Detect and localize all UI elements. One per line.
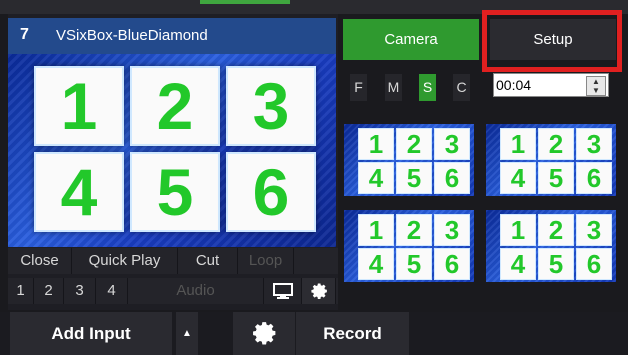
thumb-tile: 5	[396, 248, 432, 280]
setup-button[interactable]: Setup	[490, 19, 616, 60]
mode-f-button[interactable]: F	[350, 74, 367, 101]
thumb-tile: 4	[358, 162, 394, 194]
preview-tile: 2	[130, 66, 220, 146]
preview-tile: 1	[34, 66, 124, 146]
thumb-tile: 4	[500, 248, 536, 280]
thumb-tile: 2	[538, 214, 574, 246]
thumb-tile: 2	[538, 128, 574, 160]
loop-button[interactable]: Loop	[238, 248, 294, 274]
thumb-tile: 5	[396, 162, 432, 194]
caret-up-icon: ▲	[182, 328, 192, 339]
thumb-tile: 1	[358, 214, 394, 246]
gear-icon	[310, 283, 327, 299]
quick-play-button[interactable]: Quick Play	[72, 248, 178, 274]
slot-button-1[interactable]: 1	[8, 278, 34, 304]
preview-tile: 6	[226, 152, 316, 232]
time-value: 00:04	[496, 77, 532, 93]
mode-c-button[interactable]: C	[453, 74, 470, 101]
add-input-button[interactable]: Add Input	[10, 312, 172, 355]
record-button[interactable]: Record	[295, 312, 409, 355]
gear-icon	[253, 322, 276, 345]
thumb-tile: 2	[396, 214, 432, 246]
thumb-tile: 4	[500, 162, 536, 194]
thumb-tile: 4	[358, 248, 394, 280]
thumb-tile: 1	[500, 128, 536, 160]
input-settings-button[interactable]	[302, 278, 336, 304]
cut-button[interactable]: Cut	[178, 248, 238, 274]
thumb-tile: 3	[434, 214, 470, 246]
slot-button-3[interactable]: 3	[64, 278, 96, 304]
thumb-tile: 5	[538, 248, 574, 280]
thumb-tile: 3	[576, 214, 612, 246]
audio-button[interactable]: Audio	[128, 278, 264, 304]
add-input-dropdown[interactable]: ▲	[176, 312, 198, 355]
monitor-icon	[272, 283, 293, 299]
input-preview[interactable]: 1 2 3 4 5 6	[8, 54, 336, 247]
slot-button-2[interactable]: 2	[34, 278, 64, 304]
layer-thumbnail-1[interactable]: 1 2 3 4 5 6	[344, 124, 474, 196]
monitor-button[interactable]	[264, 278, 302, 304]
time-spinner[interactable]: ▲ ▼	[586, 76, 606, 96]
thumb-tile: 5	[538, 162, 574, 194]
thumb-tile: 1	[358, 128, 394, 160]
thumb-tile: 6	[576, 162, 612, 194]
time-field[interactable]: 00:04 ▲ ▼	[493, 73, 609, 97]
preview-tile: 3	[226, 66, 316, 146]
layer-thumbnail-4[interactable]: 1 2 3 4 5 6	[486, 210, 616, 282]
input-slots-row: 1 2 3 4 Audio	[8, 278, 338, 304]
slot-button-4[interactable]: 4	[96, 278, 128, 304]
layer-thumbnail-3[interactable]: 1 2 3 4 5 6	[344, 210, 474, 282]
input-title-bar[interactable]: 7 VSixBox-BlueDiamond	[8, 18, 336, 54]
input-controls-row: Close Quick Play Cut Loop	[8, 248, 338, 274]
close-button[interactable]: Close	[8, 248, 72, 274]
thumb-tile: 6	[434, 248, 470, 280]
thumb-tile: 6	[434, 162, 470, 194]
preview-tile: 4	[34, 152, 124, 232]
layer-thumbnail-2[interactable]: 1 2 3 4 5 6	[486, 124, 616, 196]
thumb-tile: 1	[500, 214, 536, 246]
thumb-tile: 3	[576, 128, 612, 160]
mode-s-button[interactable]: S	[419, 74, 436, 101]
input-number: 7	[20, 26, 29, 43]
preview-tile: 5	[130, 152, 220, 232]
thumb-tile: 2	[396, 128, 432, 160]
thumb-tile: 3	[434, 128, 470, 160]
settings-button[interactable]	[233, 312, 295, 355]
mode-m-button[interactable]: M	[385, 74, 402, 101]
input-name: VSixBox-BlueDiamond	[56, 27, 208, 44]
thumb-tile: 6	[576, 248, 612, 280]
camera-button[interactable]: Camera	[343, 19, 479, 60]
